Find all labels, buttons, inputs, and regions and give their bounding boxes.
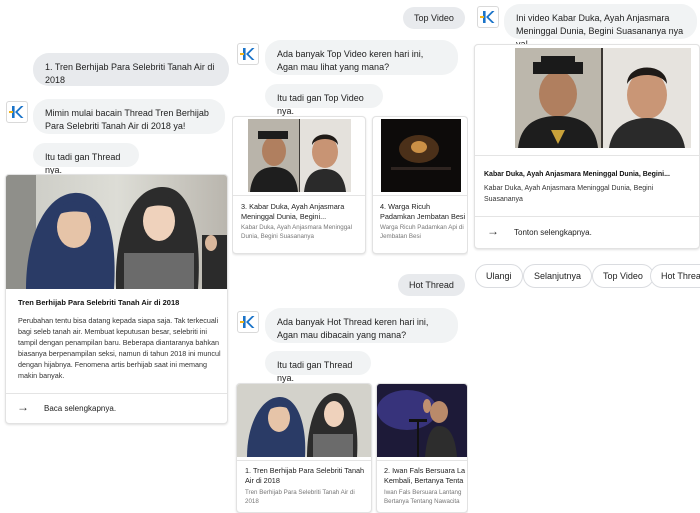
video-image	[515, 48, 691, 148]
thread-desc: Tren Berhijab Para Selebriti Tanah Air d…	[245, 489, 355, 505]
chat-panel-thread: 1. Tren Berhijab Para Selebriti Tanah Ai…	[0, 0, 232, 513]
kaskus-logo-icon	[477, 6, 499, 28]
thread-desc: Iwan Fals Bersuara Lantang Bertanya Tent…	[384, 489, 462, 505]
video-desc: Kabar Duka, Ayah Anjasmara Meninggal Dun…	[241, 224, 352, 240]
read-more-button[interactable]: → Baca selengkapnya.	[6, 393, 227, 423]
chip-selanjutnya[interactable]: Selanjutnya	[523, 264, 593, 288]
user-query-top-video: Top Video	[403, 7, 465, 29]
video-desc: Warga Ricuh Padamkan Api di Jembatan Bes…	[380, 224, 464, 240]
bot-message-hot-thread: Ada banyak Hot Thread keren hari ini, Ag…	[265, 308, 458, 343]
thread-thumbnail	[377, 384, 467, 457]
chip-top-video[interactable]: Top Video	[592, 264, 654, 288]
video-title: 4. Warga Ricuh Padamkan Jembatan Besi	[380, 202, 466, 221]
chat-panel-top-video: Top Video Ada banyak Top Video keren har…	[232, 0, 468, 513]
bot-followup-hot-thread: Itu tadi gan Thread nya.	[265, 351, 371, 383]
video-card-title: Kabar Duka, Ayah Anjasmara Meninggal Dun…	[484, 171, 670, 178]
divider	[237, 460, 371, 461]
thread-title: 1. Tren Berhijab Para Selebriti Tanah Ai…	[245, 466, 365, 485]
watch-more-button[interactable]: → Tonton selengkapnya.	[475, 216, 699, 248]
top-video-card[interactable]: 3. Kabar Duka, Ayah Anjasmara Meninggal …	[232, 116, 366, 254]
bot-message-bubble: Ini video Kabar Duka, Ayah Anjasmara Men…	[504, 4, 697, 49]
video-card[interactable]: Kabar Duka, Ayah Anjasmara Meninggal Dun…	[474, 44, 700, 249]
thread-card-title: Tren Berhijab Para Selebriti Tanah Air d…	[18, 298, 180, 307]
thread-thumbnail	[237, 384, 371, 457]
user-query-bubble: 1. Tren Berhijab Para Selebriti Tanah Ai…	[33, 53, 229, 86]
bot-followup-bubble: Itu tadi gan Thread nya.	[33, 143, 139, 175]
divider	[475, 155, 699, 156]
kaskus-logo-icon	[237, 43, 259, 65]
bot-message-top-video: Ada banyak Top Video keren hari ini, Aga…	[265, 40, 458, 75]
bot-followup-top-video: Itu tadi gan Top Video nya.	[265, 84, 383, 116]
user-query-hot-thread: Hot Thread	[398, 274, 465, 296]
chip-ulangi[interactable]: Ulangi	[475, 264, 523, 288]
kaskus-logo-icon	[6, 101, 28, 123]
bot-message-bubble: Mimin mulai bacain Thread Tren Berhijab …	[33, 99, 225, 134]
video-thumbnail	[248, 119, 351, 192]
kaskus-logo-icon	[237, 311, 259, 333]
top-video-card[interactable]: 4. Warga Ricuh Padamkan Jembatan Besi Wa…	[372, 116, 468, 254]
thread-card-body: Perubahan tentu bisa datang kepada siapa…	[18, 316, 221, 380]
thread-image	[6, 175, 227, 289]
video-thumbnail	[381, 119, 461, 192]
divider	[373, 195, 467, 196]
watch-more-label: Tonton selengkapnya.	[514, 228, 592, 237]
chip-hot-thread[interactable]: Hot Threa	[650, 264, 700, 288]
divider	[233, 195, 365, 196]
hot-thread-card[interactable]: 1. Tren Berhijab Para Selebriti Tanah Ai…	[236, 383, 372, 513]
chat-panel-video: Ini video Kabar Duka, Ayah Anjasmara Men…	[468, 0, 700, 513]
thread-title: 2. Iwan Fals Bersuara La Kembali, Bertan…	[384, 466, 466, 485]
arrow-right-icon: →	[487, 224, 499, 238]
video-title: 3. Kabar Duka, Ayah Anjasmara Meninggal …	[241, 202, 345, 221]
arrow-right-icon: →	[17, 400, 29, 414]
video-card-body: Kabar Duka, Ayah Anjasmara Meninggal Dun…	[484, 185, 654, 203]
divider	[377, 460, 467, 461]
read-more-label: Baca selengkapnya.	[44, 404, 117, 413]
thread-card[interactable]: Tren Berhijab Para Selebriti Tanah Air d…	[5, 174, 228, 424]
hot-thread-card[interactable]: 2. Iwan Fals Bersuara La Kembali, Bertan…	[376, 383, 468, 513]
